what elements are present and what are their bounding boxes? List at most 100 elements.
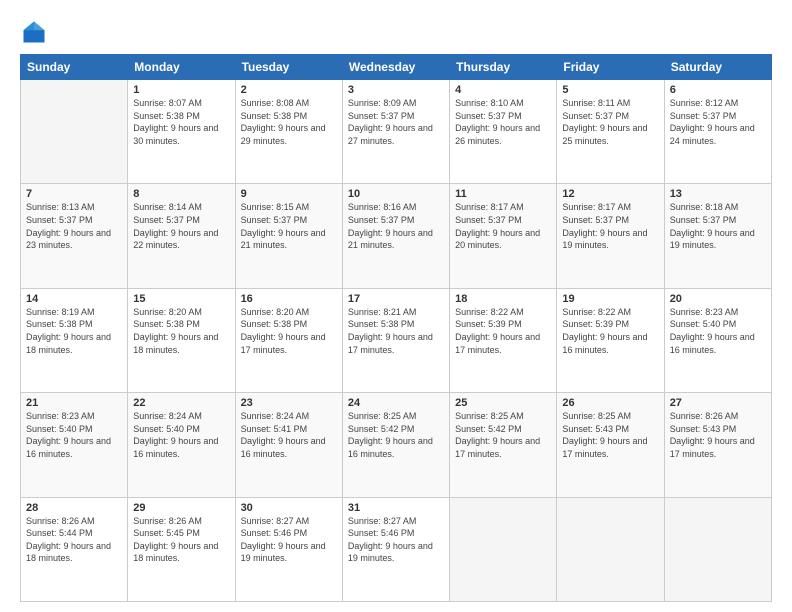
day-number: 15	[133, 293, 229, 305]
day-info: Sunrise: 8:09 AMSunset: 5:37 PMDaylight:…	[348, 97, 444, 147]
day-number: 27	[670, 397, 766, 409]
calendar-cell: 24Sunrise: 8:25 AMSunset: 5:42 PMDayligh…	[342, 393, 449, 497]
logo	[20, 18, 52, 46]
calendar-cell: 1Sunrise: 8:07 AMSunset: 5:38 PMDaylight…	[128, 80, 235, 184]
day-info: Sunrise: 8:17 AMSunset: 5:37 PMDaylight:…	[562, 201, 658, 251]
day-info: Sunrise: 8:19 AMSunset: 5:38 PMDaylight:…	[26, 306, 122, 356]
calendar-cell: 21Sunrise: 8:23 AMSunset: 5:40 PMDayligh…	[21, 393, 128, 497]
day-info: Sunrise: 8:20 AMSunset: 5:38 PMDaylight:…	[133, 306, 229, 356]
day-number: 29	[133, 502, 229, 514]
day-info: Sunrise: 8:27 AMSunset: 5:46 PMDaylight:…	[241, 515, 337, 565]
day-info: Sunrise: 8:13 AMSunset: 5:37 PMDaylight:…	[26, 201, 122, 251]
calendar-cell: 17Sunrise: 8:21 AMSunset: 5:38 PMDayligh…	[342, 288, 449, 392]
calendar-cell	[450, 497, 557, 601]
day-info: Sunrise: 8:08 AMSunset: 5:38 PMDaylight:…	[241, 97, 337, 147]
calendar-cell: 27Sunrise: 8:26 AMSunset: 5:43 PMDayligh…	[664, 393, 771, 497]
day-number: 26	[562, 397, 658, 409]
calendar-cell: 25Sunrise: 8:25 AMSunset: 5:42 PMDayligh…	[450, 393, 557, 497]
day-info: Sunrise: 8:07 AMSunset: 5:38 PMDaylight:…	[133, 97, 229, 147]
calendar-cell	[557, 497, 664, 601]
day-number: 8	[133, 188, 229, 200]
calendar-cell: 7Sunrise: 8:13 AMSunset: 5:37 PMDaylight…	[21, 184, 128, 288]
day-info: Sunrise: 8:12 AMSunset: 5:37 PMDaylight:…	[670, 97, 766, 147]
day-number: 28	[26, 502, 122, 514]
day-info: Sunrise: 8:25 AMSunset: 5:43 PMDaylight:…	[562, 410, 658, 460]
day-info: Sunrise: 8:16 AMSunset: 5:37 PMDaylight:…	[348, 201, 444, 251]
day-number: 22	[133, 397, 229, 409]
day-header-monday: Monday	[128, 55, 235, 80]
day-number: 11	[455, 188, 551, 200]
day-header-sunday: Sunday	[21, 55, 128, 80]
calendar-cell: 8Sunrise: 8:14 AMSunset: 5:37 PMDaylight…	[128, 184, 235, 288]
calendar-cell	[664, 497, 771, 601]
day-number: 17	[348, 293, 444, 305]
calendar-cell: 16Sunrise: 8:20 AMSunset: 5:38 PMDayligh…	[235, 288, 342, 392]
day-number: 2	[241, 84, 337, 96]
day-number: 4	[455, 84, 551, 96]
calendar-cell: 9Sunrise: 8:15 AMSunset: 5:37 PMDaylight…	[235, 184, 342, 288]
day-number: 25	[455, 397, 551, 409]
day-info: Sunrise: 8:25 AMSunset: 5:42 PMDaylight:…	[455, 410, 551, 460]
calendar-cell: 4Sunrise: 8:10 AMSunset: 5:37 PMDaylight…	[450, 80, 557, 184]
day-info: Sunrise: 8:25 AMSunset: 5:42 PMDaylight:…	[348, 410, 444, 460]
day-info: Sunrise: 8:27 AMSunset: 5:46 PMDaylight:…	[348, 515, 444, 565]
day-number: 20	[670, 293, 766, 305]
day-number: 13	[670, 188, 766, 200]
calendar-week-row: 21Sunrise: 8:23 AMSunset: 5:40 PMDayligh…	[21, 393, 772, 497]
day-number: 5	[562, 84, 658, 96]
day-number: 21	[26, 397, 122, 409]
calendar-cell: 20Sunrise: 8:23 AMSunset: 5:40 PMDayligh…	[664, 288, 771, 392]
calendar-cell: 13Sunrise: 8:18 AMSunset: 5:37 PMDayligh…	[664, 184, 771, 288]
day-number: 24	[348, 397, 444, 409]
day-number: 14	[26, 293, 122, 305]
calendar-cell: 2Sunrise: 8:08 AMSunset: 5:38 PMDaylight…	[235, 80, 342, 184]
calendar-cell	[21, 80, 128, 184]
day-info: Sunrise: 8:26 AMSunset: 5:44 PMDaylight:…	[26, 515, 122, 565]
calendar-cell: 12Sunrise: 8:17 AMSunset: 5:37 PMDayligh…	[557, 184, 664, 288]
day-info: Sunrise: 8:22 AMSunset: 5:39 PMDaylight:…	[455, 306, 551, 356]
calendar-cell: 22Sunrise: 8:24 AMSunset: 5:40 PMDayligh…	[128, 393, 235, 497]
day-header-wednesday: Wednesday	[342, 55, 449, 80]
calendar-cell: 3Sunrise: 8:09 AMSunset: 5:37 PMDaylight…	[342, 80, 449, 184]
calendar-table: SundayMondayTuesdayWednesdayThursdayFrid…	[20, 54, 772, 602]
day-number: 31	[348, 502, 444, 514]
calendar-week-row: 14Sunrise: 8:19 AMSunset: 5:38 PMDayligh…	[21, 288, 772, 392]
calendar-cell: 26Sunrise: 8:25 AMSunset: 5:43 PMDayligh…	[557, 393, 664, 497]
day-number: 23	[241, 397, 337, 409]
day-number: 18	[455, 293, 551, 305]
calendar-cell: 15Sunrise: 8:20 AMSunset: 5:38 PMDayligh…	[128, 288, 235, 392]
header	[20, 18, 772, 46]
calendar-cell: 14Sunrise: 8:19 AMSunset: 5:38 PMDayligh…	[21, 288, 128, 392]
calendar-cell: 11Sunrise: 8:17 AMSunset: 5:37 PMDayligh…	[450, 184, 557, 288]
calendar-cell: 31Sunrise: 8:27 AMSunset: 5:46 PMDayligh…	[342, 497, 449, 601]
day-number: 12	[562, 188, 658, 200]
day-info: Sunrise: 8:22 AMSunset: 5:39 PMDaylight:…	[562, 306, 658, 356]
calendar-cell: 29Sunrise: 8:26 AMSunset: 5:45 PMDayligh…	[128, 497, 235, 601]
day-number: 9	[241, 188, 337, 200]
day-info: Sunrise: 8:23 AMSunset: 5:40 PMDaylight:…	[670, 306, 766, 356]
day-info: Sunrise: 8:11 AMSunset: 5:37 PMDaylight:…	[562, 97, 658, 147]
calendar-cell: 10Sunrise: 8:16 AMSunset: 5:37 PMDayligh…	[342, 184, 449, 288]
calendar-cell: 23Sunrise: 8:24 AMSunset: 5:41 PMDayligh…	[235, 393, 342, 497]
day-info: Sunrise: 8:26 AMSunset: 5:45 PMDaylight:…	[133, 515, 229, 565]
page: SundayMondayTuesdayWednesdayThursdayFrid…	[0, 0, 792, 612]
calendar-week-row: 1Sunrise: 8:07 AMSunset: 5:38 PMDaylight…	[21, 80, 772, 184]
calendar-week-row: 28Sunrise: 8:26 AMSunset: 5:44 PMDayligh…	[21, 497, 772, 601]
day-info: Sunrise: 8:26 AMSunset: 5:43 PMDaylight:…	[670, 410, 766, 460]
day-info: Sunrise: 8:17 AMSunset: 5:37 PMDaylight:…	[455, 201, 551, 251]
day-number: 3	[348, 84, 444, 96]
day-info: Sunrise: 8:21 AMSunset: 5:38 PMDaylight:…	[348, 306, 444, 356]
calendar-week-row: 7Sunrise: 8:13 AMSunset: 5:37 PMDaylight…	[21, 184, 772, 288]
day-number: 19	[562, 293, 658, 305]
day-info: Sunrise: 8:15 AMSunset: 5:37 PMDaylight:…	[241, 201, 337, 251]
day-info: Sunrise: 8:14 AMSunset: 5:37 PMDaylight:…	[133, 201, 229, 251]
day-number: 6	[670, 84, 766, 96]
day-number: 30	[241, 502, 337, 514]
day-header-saturday: Saturday	[664, 55, 771, 80]
day-header-thursday: Thursday	[450, 55, 557, 80]
day-info: Sunrise: 8:24 AMSunset: 5:40 PMDaylight:…	[133, 410, 229, 460]
calendar-cell: 30Sunrise: 8:27 AMSunset: 5:46 PMDayligh…	[235, 497, 342, 601]
calendar-cell: 5Sunrise: 8:11 AMSunset: 5:37 PMDaylight…	[557, 80, 664, 184]
logo-icon	[20, 18, 48, 46]
day-number: 16	[241, 293, 337, 305]
